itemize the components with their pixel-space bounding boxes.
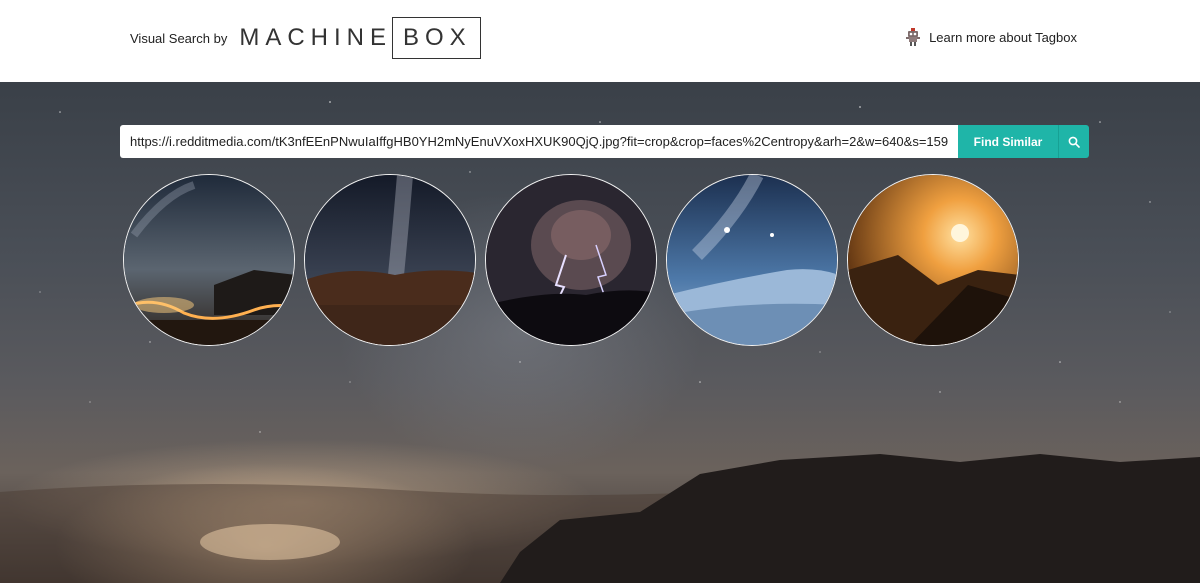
brand-machine: MACHINE: [239, 24, 392, 51]
brand-logo[interactable]: Visual Search by MACHINE BOX: [130, 17, 481, 59]
search-bar: Find Similar: [120, 125, 1089, 158]
header: Visual Search by MACHINE BOX Learn more …: [0, 0, 1200, 82]
similar-results: [123, 174, 1019, 346]
result-milky-way-dunes[interactable]: [666, 174, 838, 346]
learn-more-label: Learn more about Tagbox: [929, 29, 1077, 45]
find-similar-button[interactable]: Find Similar: [958, 125, 1058, 158]
image-url-input[interactable]: [120, 125, 958, 158]
result-sunset-mountains[interactable]: [847, 174, 1019, 346]
learn-more-tagbox-link[interactable]: Learn more about Tagbox: [905, 28, 1077, 46]
brand-prefix: Visual Search by: [130, 30, 228, 46]
brand-box: BOX: [392, 17, 481, 59]
search-icon: [1068, 136, 1080, 148]
tagbox-mascot-icon: [906, 28, 921, 46]
search-button[interactable]: [1058, 125, 1089, 158]
result-night-clouds-lights[interactable]: [123, 174, 295, 346]
result-volcanic-lightning[interactable]: [485, 174, 657, 346]
hero-background: Find Similar: [0, 82, 1200, 583]
result-milky-way-hills[interactable]: [304, 174, 476, 346]
